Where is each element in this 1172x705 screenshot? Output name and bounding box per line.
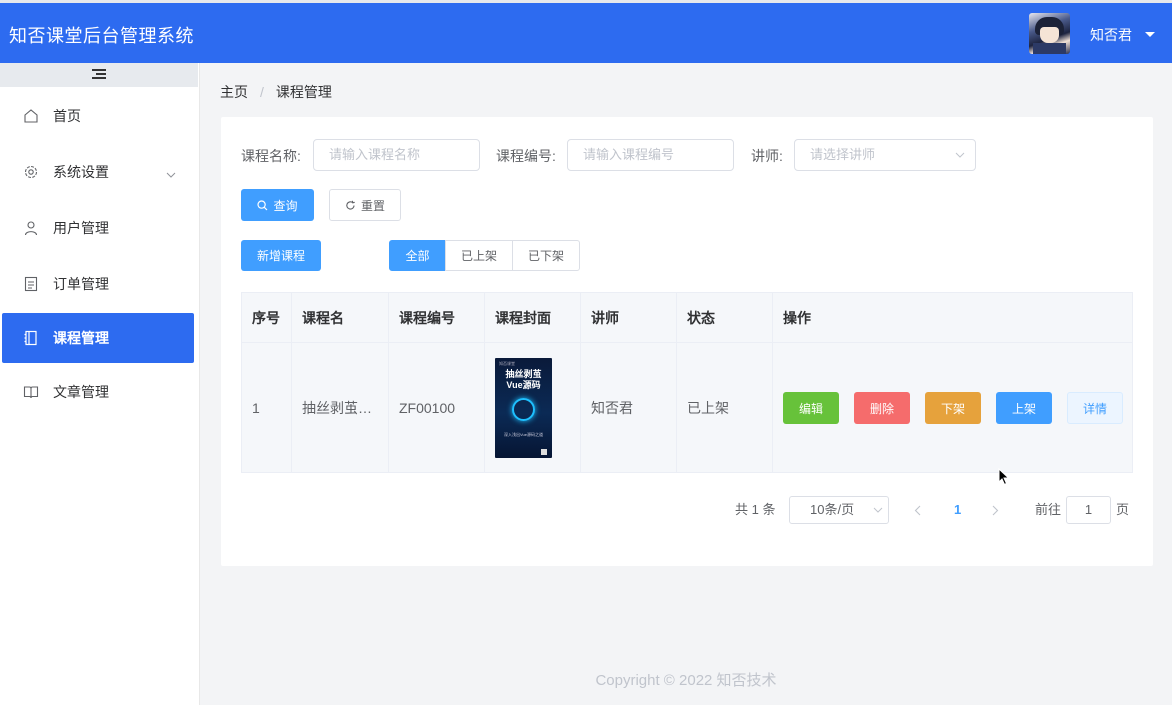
sidebar-item-system-settings[interactable]: 系统设置: [0, 147, 198, 197]
edit-button[interactable]: 编辑: [783, 392, 839, 424]
caret-down-icon[interactable]: [1145, 32, 1155, 37]
column-header-actions: 操作: [783, 309, 811, 326]
cell-actions: 编辑 删除 下架 上架 详情: [773, 343, 1132, 472]
teacher-label: 讲师:: [751, 148, 783, 164]
put-on-shelf-button[interactable]: 上架: [996, 392, 1052, 424]
goto-page-input[interactable]: 1: [1066, 496, 1111, 524]
prev-page-button[interactable]: [914, 504, 921, 532]
column-header-cover: 课程封面: [485, 293, 581, 342]
pagination-total: 共 1 条: [735, 502, 776, 517]
course-name-label: 课程名称:: [241, 148, 301, 164]
cell-teacher: 知否君: [581, 343, 677, 472]
teacher-select[interactable]: 请选择讲师: [794, 139, 976, 171]
cover-title-line1: 抽丝剥茧: [505, 368, 542, 379]
sidebar-item-label: 用户管理: [53, 220, 109, 236]
gear-icon: [23, 164, 39, 180]
status-filter-tabs: 全部 已上架 已下架: [389, 240, 580, 271]
app-title: 知否课堂后台管理系统: [9, 26, 194, 46]
collapse-toggle[interactable]: [0, 63, 198, 87]
sidebar-item-orders[interactable]: 订单管理: [0, 259, 198, 309]
breadcrumb-home[interactable]: 主页: [220, 84, 248, 100]
cover-brand: 知否课堂: [499, 360, 515, 366]
reset-button-label: 重置: [360, 198, 385, 213]
breadcrumb-separator: /: [260, 84, 264, 100]
tab-on-shelf[interactable]: 已上架: [445, 240, 513, 271]
take-down-button[interactable]: 下架: [925, 392, 981, 424]
column-header-index: 序号: [242, 293, 292, 342]
sidebar-item-label: 文章管理: [53, 384, 109, 400]
chevron-down-icon: [873, 507, 883, 513]
add-course-button[interactable]: 新增课程: [241, 240, 321, 271]
document-icon: [23, 276, 39, 292]
cell-course-name: 抽丝剥茧…: [292, 343, 389, 472]
cell-cover: 知否课堂 抽丝剥茧 Vue源码 深入浅出Vue源码之道: [485, 343, 581, 472]
book-icon: [23, 384, 39, 400]
breadcrumb-current: 课程管理: [275, 84, 332, 100]
user-avatar[interactable]: [1029, 13, 1070, 54]
delete-button[interactable]: 删除: [854, 392, 910, 424]
search-button[interactable]: 查询: [241, 189, 314, 221]
collapse-icon: [92, 69, 106, 81]
search-icon: [257, 199, 268, 211]
username[interactable]: 知否君: [1090, 25, 1132, 45]
tab-off-shelf[interactable]: 已下架: [512, 240, 580, 271]
teacher-select-placeholder: 请选择讲师: [810, 147, 876, 162]
footer-copyright: Copyright © 2022 知否技术: [595, 672, 777, 689]
reset-button[interactable]: 重置: [329, 189, 401, 221]
refresh-icon: [345, 200, 356, 211]
sidebar-item-courses[interactable]: 课程管理: [2, 313, 194, 363]
search-button-label: 查询: [273, 198, 298, 213]
course-code-label: 课程编号:: [496, 148, 556, 164]
next-page-button[interactable]: [992, 504, 999, 532]
details-button[interactable]: 详情: [1067, 392, 1123, 424]
top-header: 知否课堂后台管理系统 知否君: [0, 3, 1172, 63]
column-header-name: 课程名: [292, 293, 389, 342]
course-code-input[interactable]: 请输入课程编号: [567, 139, 734, 171]
cell-index: 1: [242, 343, 292, 472]
notebook-icon: [23, 330, 39, 346]
breadcrumb: 主页 / 课程管理: [220, 82, 332, 102]
table-header: 序号 课程名 课程编号 课程封面 讲师 状态 操作: [242, 293, 1132, 343]
column-header-status: 状态: [677, 293, 773, 342]
user-icon: [23, 220, 39, 236]
course-cover-image[interactable]: 知否课堂 抽丝剥茧 Vue源码 深入浅出Vue源码之道: [495, 357, 552, 458]
page-suffix: 页: [1116, 502, 1130, 517]
sidebar-item-label: 系统设置: [53, 164, 109, 180]
chevron-down-icon: [955, 152, 965, 158]
page-size-select[interactable]: 10条/页: [789, 496, 889, 524]
sidebar: 首页 系统设置 用户管理 订单管理 课程管理 文章管理: [0, 63, 200, 705]
mouse-cursor-icon: [998, 467, 1010, 489]
tab-all[interactable]: 全部: [389, 240, 446, 271]
chevron-left-icon: [914, 505, 921, 516]
chevron-down-icon: [166, 165, 176, 181]
cover-title-line2: Vue源码: [506, 379, 541, 390]
course-name-input[interactable]: 请输入课程名称: [313, 139, 480, 171]
page-number-current[interactable]: 1: [954, 496, 961, 524]
sidebar-item-label: 首页: [53, 108, 81, 124]
sidebar-item-home[interactable]: 首页: [0, 91, 198, 141]
column-header-teacher: 讲师: [581, 293, 677, 342]
sidebar-item-label: 订单管理: [53, 276, 109, 292]
goto-label: 前往: [1035, 502, 1062, 517]
cover-subtitle: 深入浅出Vue源码之道: [504, 431, 543, 437]
course-table: 序号 课程名 课程编号 课程封面 讲师 状态 操作 1 抽丝剥茧… ZF0010…: [241, 292, 1133, 473]
cover-ring-graphic: [512, 397, 535, 421]
cell-course-code: ZF00100: [389, 343, 485, 472]
sidebar-item-articles[interactable]: 文章管理: [0, 367, 198, 417]
cover-qr-code: [541, 448, 547, 455]
table-row: 1 抽丝剥茧… ZF00100 知否课堂 抽丝剥茧 Vue源码 深入浅出Vue源码…: [242, 343, 1132, 472]
sidebar-item-users[interactable]: 用户管理: [0, 203, 198, 253]
page-size-value: 10条/页: [810, 502, 855, 517]
cell-status: 已上架: [677, 343, 773, 472]
chevron-right-icon: [992, 505, 999, 516]
home-icon: [23, 108, 39, 124]
sidebar-item-label: 课程管理: [53, 330, 109, 346]
column-header-code: 课程编号: [389, 293, 485, 342]
